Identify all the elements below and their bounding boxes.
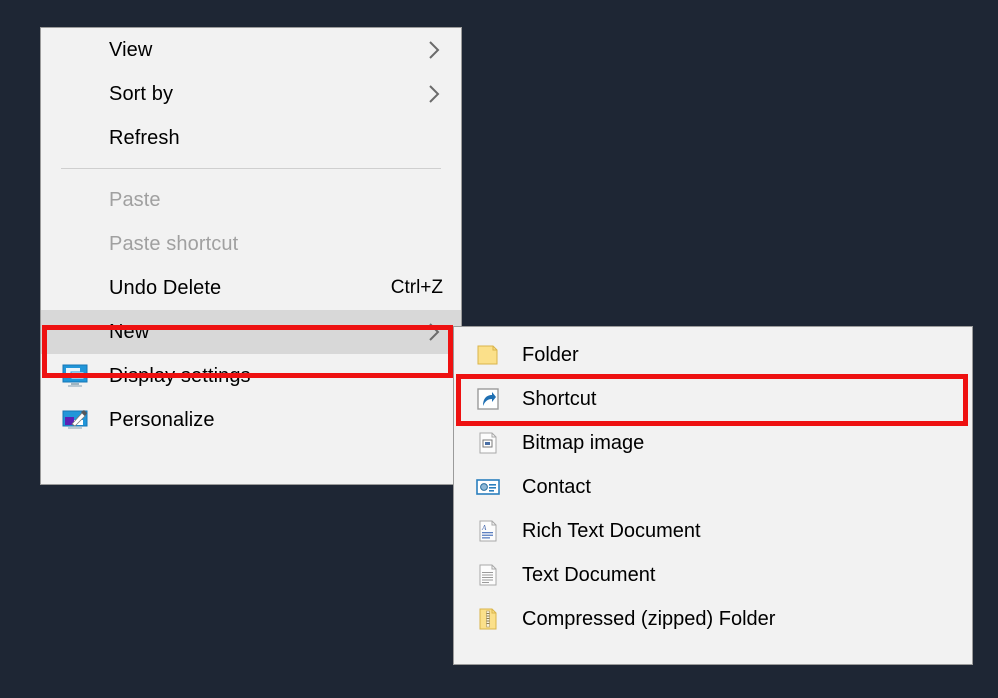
submenu-item-text-document[interactable]: Text Document	[454, 553, 972, 597]
submenu-item-contact[interactable]: Contact	[454, 465, 972, 509]
menu-item-display-settings[interactable]: Display settings	[41, 354, 461, 398]
contact-card-icon	[454, 465, 522, 509]
submenu-item-bitmap-image[interactable]: Bitmap image	[454, 421, 972, 465]
menu-item-accelerator: Ctrl+Z	[390, 277, 443, 298]
svg-text:A: A	[481, 524, 487, 532]
menu-item-paste-shortcut: Paste shortcut	[41, 222, 461, 266]
chevron-right-icon	[427, 39, 441, 61]
bitmap-image-icon	[454, 421, 522, 465]
shortcut-arrow-icon	[454, 377, 522, 421]
menu-item-sort-by[interactable]: Sort by	[41, 72, 461, 116]
paintbrush-monitor-icon	[41, 398, 109, 442]
chevron-right-icon	[427, 321, 441, 343]
folder-icon	[454, 333, 522, 377]
menu-icon-slot	[41, 310, 109, 354]
submenu-item-label: Contact	[522, 475, 591, 498]
menu-item-label: View	[109, 38, 153, 61]
submenu-item-rich-text-document[interactable]: A Rich Text Document	[454, 509, 972, 553]
menu-item-undo-delete[interactable]: Undo Delete Ctrl+Z	[41, 266, 461, 310]
submenu-item-label: Text Document	[522, 563, 656, 586]
menu-item-label: Paste shortcut	[109, 232, 239, 255]
submenu-item-compressed-folder[interactable]: Compressed (zipped) Folder	[454, 597, 972, 641]
submenu-item-shortcut[interactable]: Shortcut	[454, 377, 972, 421]
menu-item-label: New	[109, 320, 150, 343]
menu-item-view[interactable]: View	[41, 28, 461, 72]
zipped-folder-icon	[454, 597, 522, 641]
menu-item-new[interactable]: New	[41, 310, 461, 354]
menu-separator	[61, 168, 441, 169]
menu-item-paste: Paste	[41, 178, 461, 222]
new-submenu: Folder Shortcut Bitmap image Contact A R…	[453, 326, 973, 665]
submenu-item-label: Rich Text Document	[522, 519, 701, 542]
submenu-item-label: Folder	[522, 343, 579, 366]
menu-icon-slot	[41, 178, 109, 222]
chevron-right-icon	[427, 83, 441, 105]
menu-item-refresh[interactable]: Refresh	[41, 116, 461, 160]
menu-item-label: Paste	[109, 188, 161, 211]
menu-item-label: Undo Delete	[109, 276, 222, 299]
submenu-item-label: Bitmap image	[522, 431, 645, 454]
submenu-item-folder[interactable]: Folder	[454, 333, 972, 377]
menu-item-label: Personalize	[109, 408, 215, 431]
menu-icon-slot	[41, 266, 109, 310]
rich-text-document-icon: A	[454, 509, 522, 553]
menu-icon-slot	[41, 28, 109, 72]
submenu-item-label: Shortcut	[522, 387, 597, 410]
menu-item-label: Display settings	[109, 364, 251, 387]
text-document-icon	[454, 553, 522, 597]
menu-item-personalize[interactable]: Personalize	[41, 398, 461, 442]
menu-icon-slot	[41, 222, 109, 266]
menu-icon-slot	[41, 72, 109, 116]
menu-icon-slot	[41, 116, 109, 160]
menu-item-label: Sort by	[109, 82, 174, 105]
menu-item-label: Refresh	[109, 126, 180, 149]
monitor-icon	[41, 354, 109, 398]
desktop-context-menu: View Sort by Refresh Paste Paste shortcu…	[40, 27, 462, 485]
submenu-item-label: Compressed (zipped) Folder	[522, 607, 776, 630]
